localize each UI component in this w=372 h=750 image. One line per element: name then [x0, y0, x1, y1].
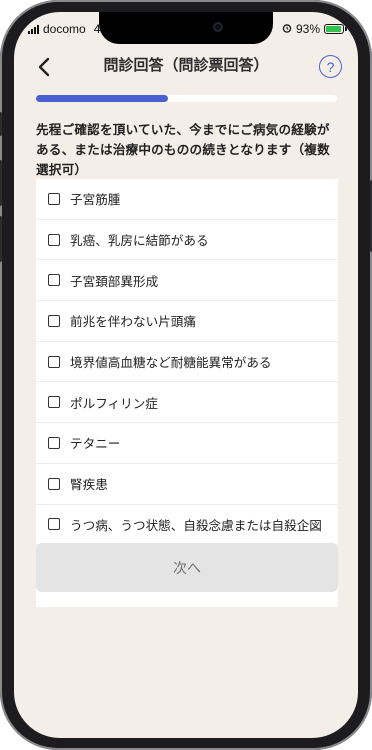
- volume-up-button: [0, 160, 2, 206]
- phone-frame: docomo 4G 93% 問診回答（問診票回答） ?: [0, 0, 372, 750]
- checkbox[interactable]: [48, 355, 60, 368]
- chevron-left-icon: [38, 57, 50, 77]
- list-item[interactable]: 乳癌、乳房に結節がある: [36, 220, 338, 261]
- checkbox[interactable]: [48, 436, 60, 449]
- checkbox[interactable]: [48, 274, 60, 287]
- carrier-name: docomo: [43, 22, 86, 36]
- help-icon: ?: [326, 58, 335, 75]
- progress-bar: [36, 95, 337, 102]
- alarm-icon: [282, 22, 292, 36]
- question-text: 先程ご確認を頂いていた、今までにご病気の経験がある、または治療中のものの続きとな…: [36, 122, 330, 177]
- battery-percent: 93%: [295, 22, 320, 36]
- back-button[interactable]: [34, 56, 54, 78]
- next-button[interactable]: 次へ: [36, 543, 338, 592]
- battery-icon: [324, 24, 347, 34]
- screen: docomo 4G 93% 問診回答（問診票回答） ?: [14, 12, 358, 738]
- checkbox[interactable]: [48, 233, 60, 246]
- list-item[interactable]: 前兆を伴わない片頭痛: [36, 301, 338, 342]
- nav-bar: 問診回答（問診票回答） ?: [14, 42, 358, 90]
- list-item[interactable]: 境界値高血糖など耐糖能異常がある: [36, 342, 338, 383]
- list-item[interactable]: 腎疾患: [36, 464, 338, 505]
- option-label: 腎疾患: [70, 477, 108, 493]
- list-item[interactable]: ポルフィリン症: [36, 382, 338, 424]
- signal-icon: [28, 24, 39, 34]
- help-button[interactable]: ?: [319, 55, 342, 78]
- silent-switch: [0, 112, 2, 136]
- checkbox[interactable]: [48, 396, 60, 409]
- page-title: 問診回答（問診票回答）: [103, 56, 269, 74]
- option-label: ポルフィリン症: [70, 395, 158, 411]
- checkbox[interactable]: [48, 192, 60, 205]
- option-label: 前兆を伴わない片頭痛: [70, 314, 196, 330]
- checkbox[interactable]: [48, 314, 60, 327]
- volume-down-button: [0, 216, 2, 262]
- option-label: 境界値高血糖など耐糖能異常がある: [70, 355, 272, 371]
- notch: [99, 12, 273, 44]
- front-camera: [213, 22, 223, 32]
- list-item[interactable]: 子宮筋腫: [36, 179, 338, 220]
- progress-fill: [36, 95, 169, 102]
- list-item[interactable]: 子宮頚部異形成: [36, 260, 338, 302]
- checkbox[interactable]: [48, 518, 60, 531]
- option-label: テタニー: [70, 436, 121, 452]
- option-label: 乳癌、乳房に結節がある: [70, 233, 209, 249]
- checkbox[interactable]: [48, 477, 60, 490]
- list-item[interactable]: テタニー: [36, 423, 338, 464]
- option-label: うつ病、うつ状態、自殺念慮または自殺企図: [70, 517, 322, 533]
- option-label: 子宮筋腫: [70, 192, 121, 208]
- list-item[interactable]: うつ病、うつ状態、自殺念慮または自殺企図: [36, 505, 338, 546]
- option-label: 子宮頚部異形成: [70, 273, 159, 289]
